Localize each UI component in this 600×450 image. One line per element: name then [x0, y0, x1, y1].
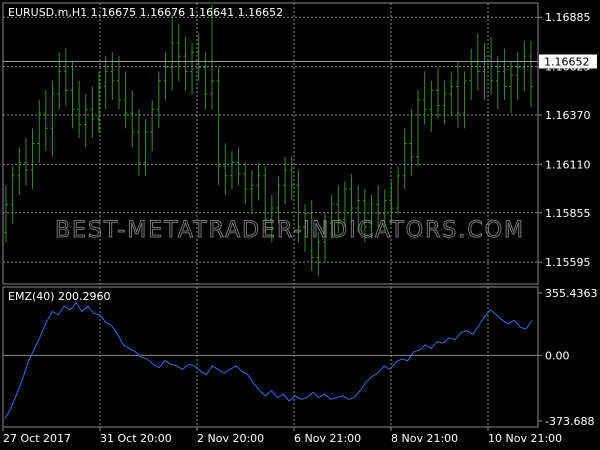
indicator-title: EMZ(40) 200.2960	[8, 290, 111, 303]
indicator-tick-label: -373.688	[545, 415, 594, 428]
price-tick-label: 1.15595	[545, 256, 591, 269]
price-tick-label: 1.16370	[545, 109, 591, 122]
time-tick-label: 27 Oct 2017	[3, 432, 71, 445]
time-tick-label: 2 Nov 20:00	[197, 432, 264, 445]
price-tick-label: 1.16110	[545, 158, 591, 171]
price-tick-label: 1.16885	[545, 11, 591, 24]
time-tick-label: 6 Nov 21:00	[294, 432, 361, 445]
price-tick-label: 1.15855	[545, 207, 591, 220]
time-tick-label: 8 Nov 21:00	[391, 432, 458, 445]
time-tick-label: 31 Oct 20:00	[100, 432, 172, 445]
watermark-text: BEST-METATRADER-INDICATORS.COM	[55, 218, 525, 243]
mt4-chart-window[interactable]: EURUSD.m,H1 1.16675 1.16676 1.16641 1.16…	[0, 0, 600, 450]
symbol-title: EURUSD.m,H1 1.16675 1.16676 1.16641 1.16…	[8, 6, 283, 19]
time-tick-label: 10 Nov 21:00	[488, 432, 562, 445]
current-price-label: 1.16652	[544, 55, 590, 68]
indicator-tick-label: 355.4363	[545, 287, 598, 300]
indicator-tick-label: 0.00	[545, 349, 570, 362]
